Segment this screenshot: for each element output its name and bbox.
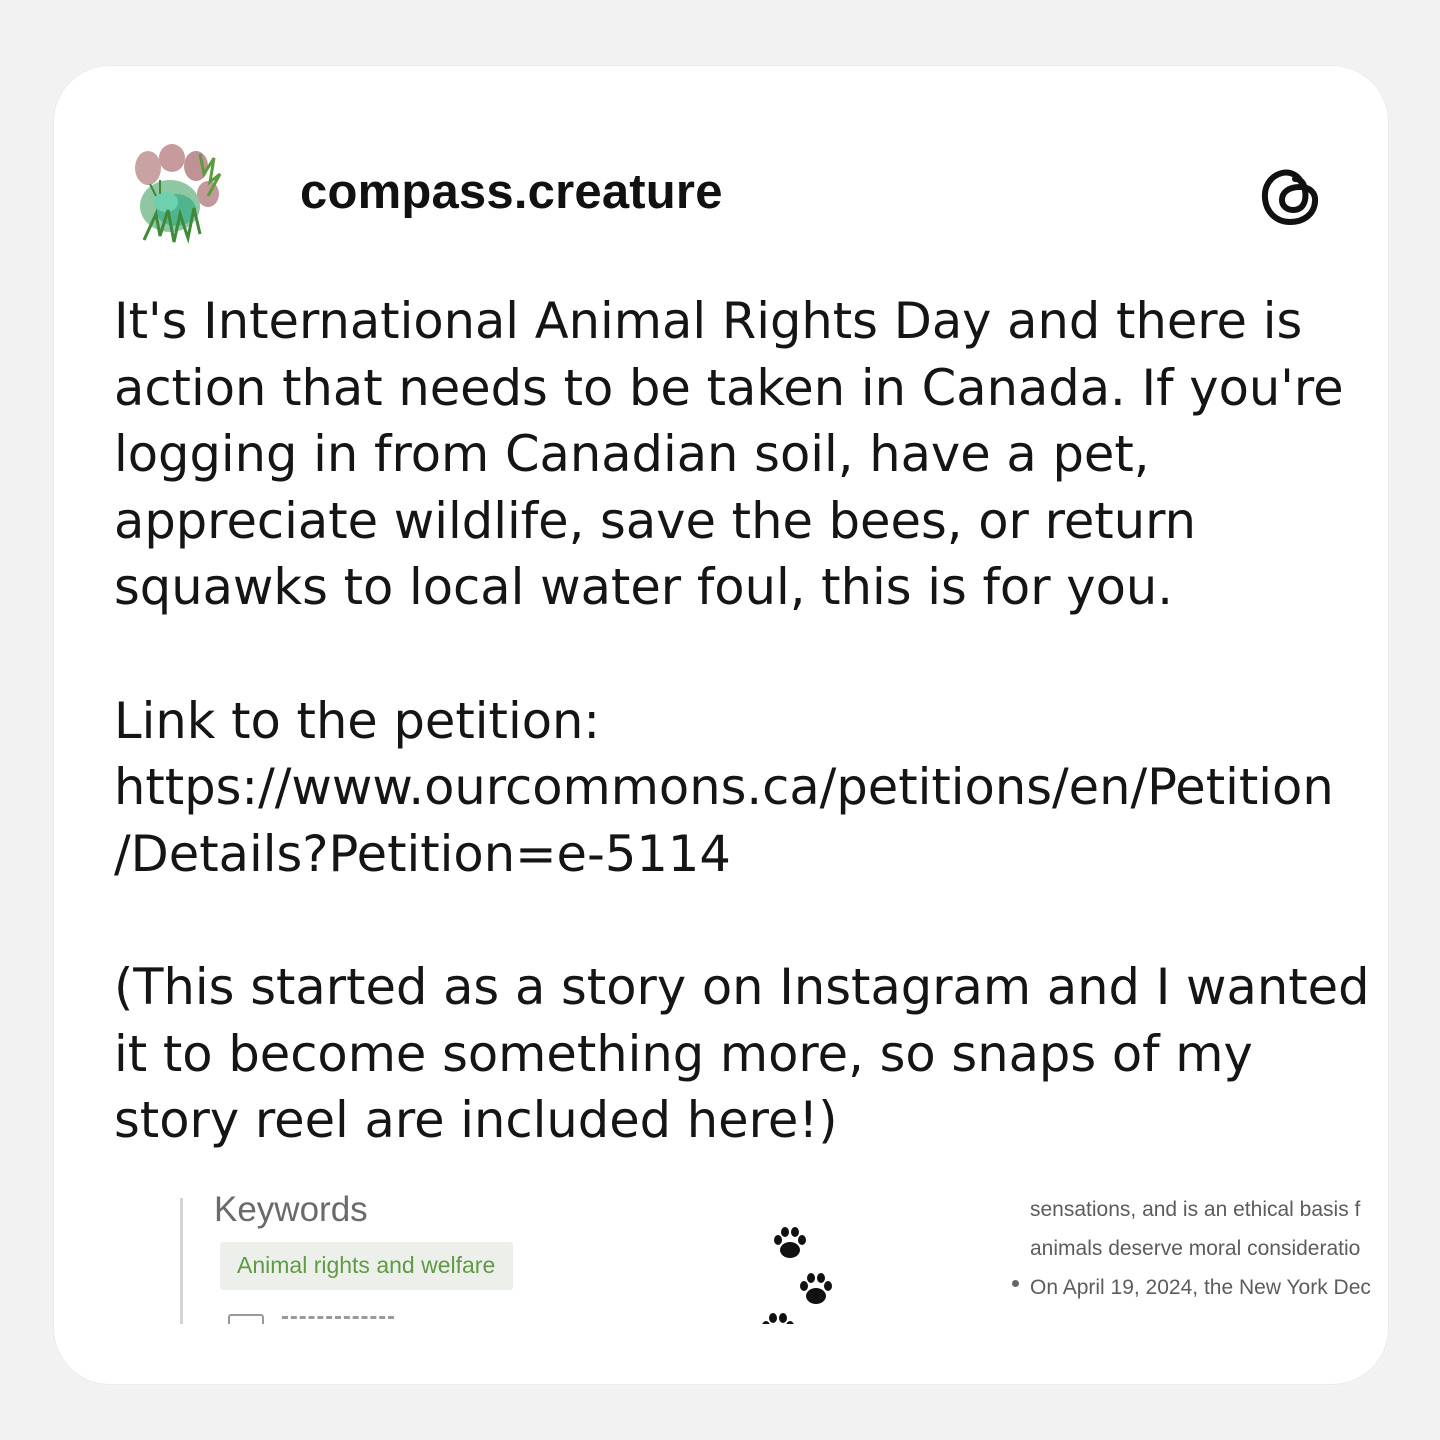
body-line: action that needs to be taken in Canada.… bbox=[114, 358, 1344, 417]
threads-post-card: compass.creature It's International Anim… bbox=[54, 66, 1388, 1384]
profile-avatar[interactable] bbox=[130, 144, 222, 248]
username[interactable]: compass.creature bbox=[300, 164, 723, 220]
post-body: It's International Animal Rights Day and… bbox=[114, 288, 1370, 1154]
petition-link[interactable]: https://www.ourcommons.ca/petitions/en/P… bbox=[114, 754, 1364, 821]
keyword-chip: Animal rights and welfare bbox=[220, 1242, 514, 1290]
keywords-title: Keywords bbox=[214, 1194, 368, 1229]
body-line: it to become something more, so snaps of… bbox=[114, 1024, 1253, 1083]
body-line: logging in from Canadian soil, have a pe… bbox=[114, 425, 1150, 484]
body-line: story reel are included here!) bbox=[114, 1091, 838, 1150]
body-line: It's International Animal Rights Day and… bbox=[114, 292, 1303, 350]
paw-print-icon bbox=[135, 144, 222, 244]
article-text-line: animals deserve moral consideratio bbox=[1030, 1237, 1361, 1260]
article-text-line: On April 19, 2024, the New York Dec bbox=[1030, 1276, 1371, 1299]
cropped-text bbox=[282, 1316, 394, 1323]
divider bbox=[180, 1198, 183, 1324]
body-line: (This started as a story on Instagram an… bbox=[114, 957, 1370, 1016]
body-line: squawks to local water foul, this is for… bbox=[114, 558, 1173, 617]
petition-link[interactable]: /Details?Petition=e-5114 bbox=[114, 821, 1364, 888]
paw-print-icon bbox=[762, 1313, 794, 1324]
paw-print-icon bbox=[800, 1273, 832, 1304]
body-line: Link to the petition: bbox=[114, 691, 601, 750]
checkbox bbox=[228, 1314, 264, 1324]
paw-print-icon bbox=[774, 1227, 806, 1258]
threads-logo-icon[interactable] bbox=[1258, 160, 1322, 228]
body-line: appreciate wildlife, save the bees, or r… bbox=[114, 491, 1196, 550]
article-text-line: sensations, and is an ethical basis f bbox=[1030, 1198, 1361, 1221]
story-snaps-carousel[interactable]: Keywords Animal rights and welfare sensa… bbox=[54, 1194, 1388, 1324]
bullet bbox=[1012, 1280, 1019, 1287]
